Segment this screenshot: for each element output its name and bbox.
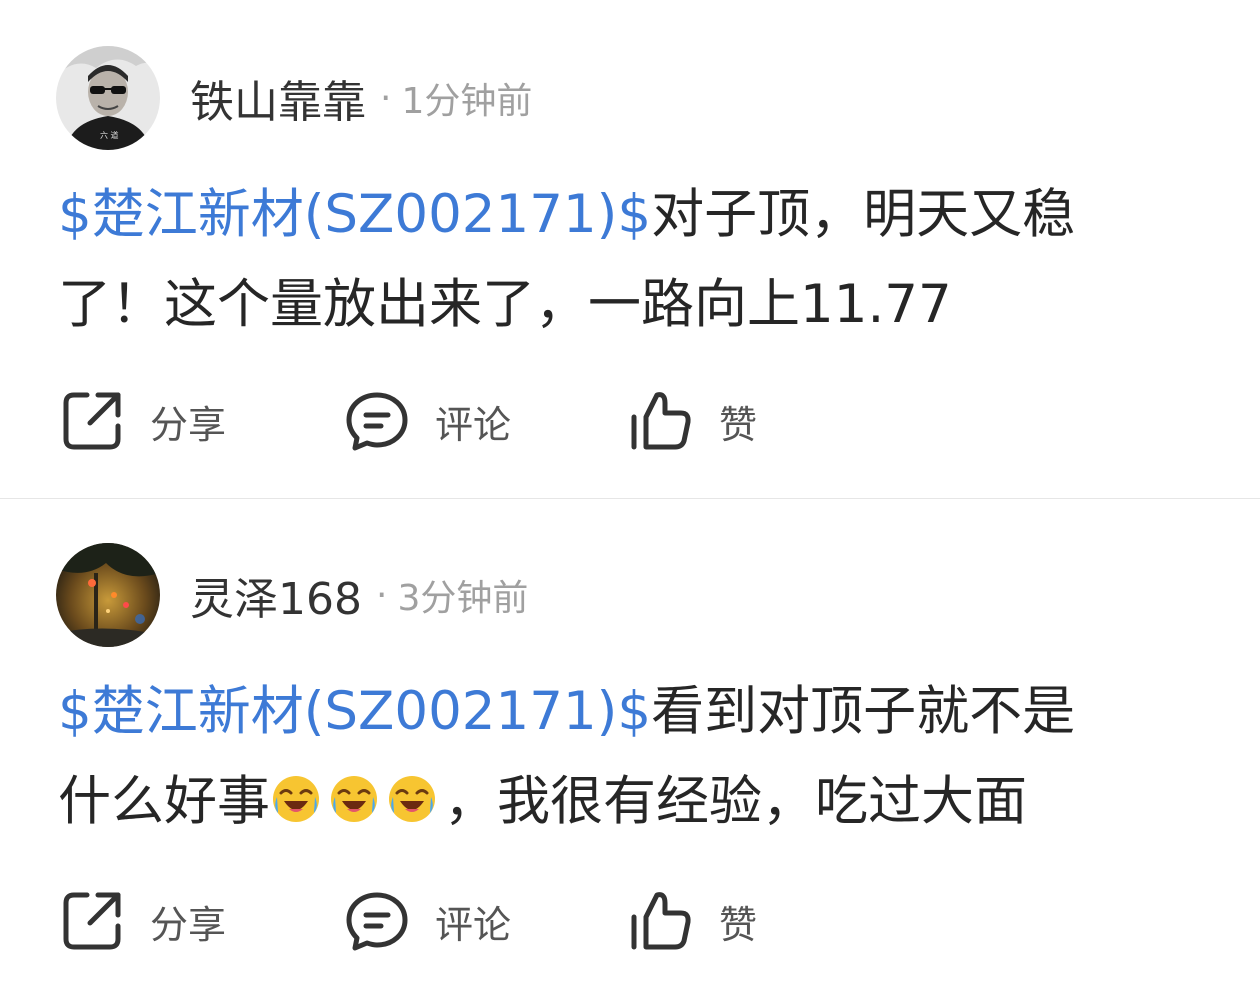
stock-tag-link[interactable]: $楚江新材(SZ002171)$ xyxy=(58,681,651,742)
rofl-emoji-icon xyxy=(389,776,435,822)
action-bar: 分享 评论 赞 xyxy=(0,386,1260,456)
comment-icon xyxy=(346,892,408,951)
action-bar: 分享 评论 赞 xyxy=(0,886,1260,956)
content-line: $楚江新材(SZ002171)$看到对顶子就不是 xyxy=(58,667,1208,757)
post-time: 1分钟前 xyxy=(401,81,533,122)
share-icon xyxy=(63,892,121,950)
thumbs-up-icon xyxy=(631,392,691,450)
username[interactable]: 灵泽168 xyxy=(190,563,362,627)
like-label: 赞 xyxy=(719,902,758,947)
post-card: 六 道 铁山靠靠 · 1分钟前 $楚江新材(SZ002171)$对子顶，明天又稳… xyxy=(0,0,1260,498)
post-card: 灵泽168 · 3分钟前 $楚江新材(SZ002171)$看到对顶子就不是 什么… xyxy=(0,499,1260,988)
content-text: ，我很有经验，吃过大面 xyxy=(444,771,1027,832)
thumbs-up-icon xyxy=(631,892,691,950)
like-button[interactable]: 赞 xyxy=(629,386,757,456)
avatar-man-sunglasses-icon: 六 道 xyxy=(56,46,160,150)
rofl-emoji-icon xyxy=(331,776,377,822)
svg-text:六 道: 六 道 xyxy=(100,130,119,140)
comment-label: 评论 xyxy=(435,402,512,447)
content-text: 看到对顶子就不是 xyxy=(651,681,1076,742)
meta-separator: · xyxy=(375,574,388,616)
user-avatar[interactable]: 六 道 xyxy=(56,46,160,150)
avatar-night-street-icon xyxy=(56,543,160,647)
like-label: 赞 xyxy=(719,402,758,447)
post-content[interactable]: $楚江新材(SZ002171)$看到对顶子就不是 什么好事 ，我很有经验，吃过大面 xyxy=(58,667,1208,847)
username[interactable]: 铁山靠靠 xyxy=(190,66,366,130)
share-label: 分享 xyxy=(150,402,227,447)
content-text: 什么好事 xyxy=(58,771,270,832)
post-time: 3分钟前 xyxy=(397,578,529,619)
content-line: $楚江新材(SZ002171)$对子顶，明天又稳 xyxy=(58,170,1208,260)
comment-button[interactable]: 评论 xyxy=(345,386,511,456)
content-line: 了！这个量放出来了，一路向上11.77 xyxy=(58,274,952,335)
meta-separator: · xyxy=(380,77,392,119)
share-label: 分享 xyxy=(150,902,227,947)
comment-button[interactable]: 评论 xyxy=(345,886,511,956)
content-line: 什么好事 ，我很有经验，吃过大面 xyxy=(58,757,1208,847)
post-meta: 灵泽168 · 3分钟前 xyxy=(190,567,529,625)
content-text: 对子顶，明天又稳 xyxy=(651,184,1076,245)
post-meta: 铁山靠靠 · 1分钟前 xyxy=(190,70,533,128)
post-content[interactable]: $楚江新材(SZ002171)$对子顶，明天又稳 了！这个量放出来了，一路向上1… xyxy=(58,170,1208,350)
user-avatar[interactable] xyxy=(56,543,160,647)
comment-label: 评论 xyxy=(435,902,512,947)
like-button[interactable]: 赞 xyxy=(629,886,757,956)
comment-icon xyxy=(346,392,408,451)
share-icon xyxy=(63,392,121,450)
rofl-emoji-icon xyxy=(273,776,319,822)
share-button[interactable]: 分享 xyxy=(60,886,226,956)
share-button[interactable]: 分享 xyxy=(60,386,226,456)
stock-tag-link[interactable]: $楚江新材(SZ002171)$ xyxy=(58,184,651,245)
